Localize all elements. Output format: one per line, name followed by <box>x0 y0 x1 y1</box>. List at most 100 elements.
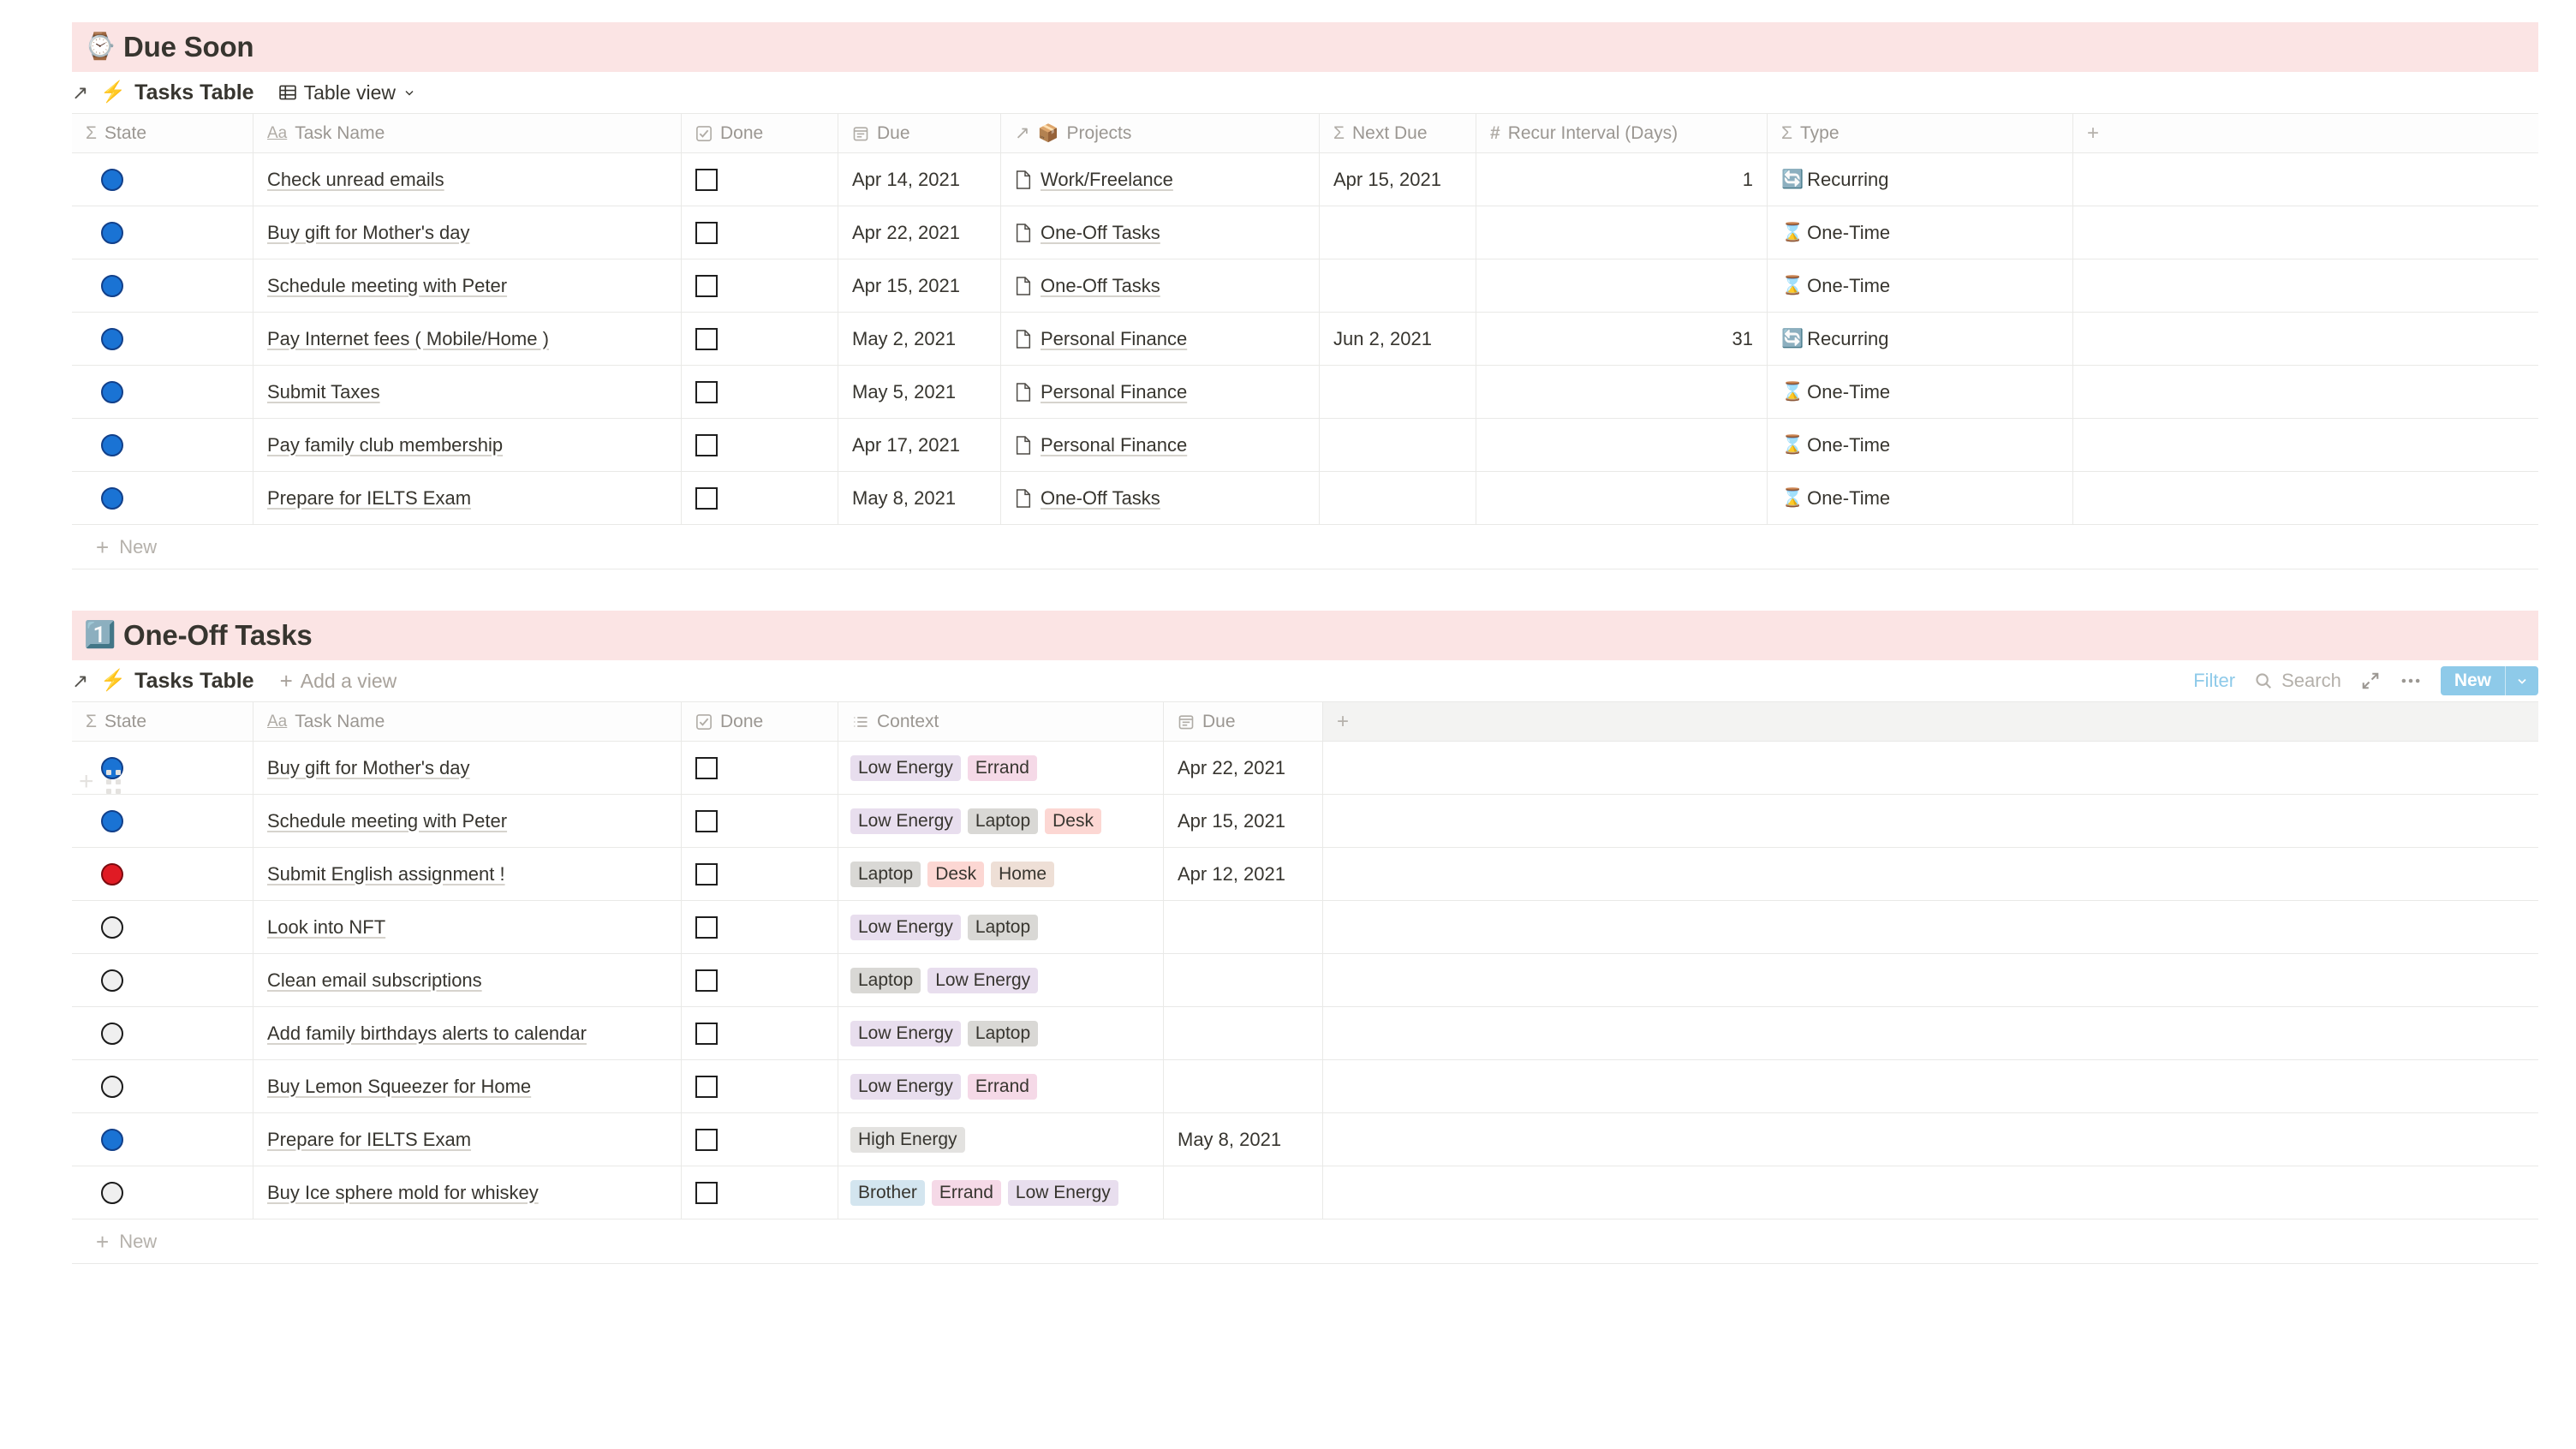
drag-handle-icon[interactable] <box>105 770 121 794</box>
due-date-cell[interactable] <box>1164 1007 1323 1059</box>
done-cell[interactable] <box>682 206 838 259</box>
state-cell[interactable] <box>72 206 253 259</box>
task-name-cell[interactable]: Schedule meeting with Peter <box>253 259 682 312</box>
state-cell[interactable] <box>72 153 253 206</box>
context-tag[interactable]: Laptop <box>967 1020 1039 1046</box>
state-cell[interactable] <box>72 1007 253 1059</box>
context-tag[interactable]: Laptop <box>967 914 1039 940</box>
done-cell[interactable] <box>682 153 838 206</box>
state-cell[interactable] <box>72 901 253 953</box>
done-cell[interactable] <box>682 419 838 471</box>
table-row[interactable]: Prepare for IELTS Exam May 8, 2021 One-Off… <box>72 472 2538 525</box>
due-date-cell[interactable]: May 8, 2021 <box>838 472 1001 524</box>
column-header-projects[interactable]: ↗ 📦 Projects <box>1001 114 1320 152</box>
search-button[interactable]: Search <box>2254 670 2341 692</box>
task-name-cell[interactable]: Submit English assignment ! <box>253 848 682 900</box>
project-cell[interactable]: Work/Freelance <box>1001 153 1320 206</box>
task-name-cell[interactable]: Check unread emails <box>253 153 682 206</box>
done-cell[interactable] <box>682 1007 838 1059</box>
task-name-cell[interactable]: Pay family club membership <box>253 419 682 471</box>
state-cell[interactable] <box>72 1060 253 1112</box>
context-tag[interactable]: Laptop <box>850 967 921 993</box>
done-checkbox[interactable] <box>695 274 718 297</box>
state-cell[interactable] <box>72 366 253 418</box>
add-a-view-button[interactable]: + Add a view <box>273 667 404 695</box>
task-name-cell[interactable]: Submit Taxes <box>253 366 682 418</box>
table-row[interactable]: Check unread emails Apr 14, 2021 Work/Free… <box>72 153 2538 206</box>
new-record-button[interactable]: New <box>2440 666 2538 695</box>
context-tag[interactable]: Home <box>991 861 1055 887</box>
column-header-type[interactable]: Σ Type <box>1768 114 2073 152</box>
context-tag[interactable]: Low Energy <box>850 914 961 940</box>
context-cell[interactable]: Low Energy Laptop <box>838 1007 1164 1059</box>
task-name-cell[interactable]: Buy Ice sphere mold for whiskey <box>253 1166 682 1219</box>
add-property-button[interactable]: + <box>2073 114 2538 152</box>
done-checkbox[interactable] <box>695 1181 718 1204</box>
done-cell[interactable] <box>682 848 838 900</box>
due-date-cell[interactable]: Apr 15, 2021 <box>838 259 1001 312</box>
done-checkbox[interactable] <box>695 221 718 244</box>
project-page-link[interactable]: Work/Freelance <box>1015 169 1173 191</box>
context-cell[interactable]: Laptop Low Energy <box>838 954 1164 1006</box>
project-page-link[interactable]: Personal Finance <box>1015 381 1187 403</box>
due-date-cell[interactable]: Apr 17, 2021 <box>838 419 1001 471</box>
table-row[interactable]: Buy gift for Mother's day Low Energy Erran… <box>72 742 2538 795</box>
context-cell[interactable]: Low Energy Errand <box>838 742 1164 794</box>
filter-button[interactable]: Filter <box>2193 670 2235 692</box>
task-name-cell[interactable]: Pay Internet fees ( Mobile/Home ) <box>253 313 682 365</box>
column-header-due[interactable]: Due <box>1164 702 1323 741</box>
chevron-down-icon[interactable] <box>2506 666 2538 695</box>
task-name-cell[interactable]: Buy gift for Mother's day <box>253 206 682 259</box>
done-checkbox[interactable] <box>695 1128 718 1151</box>
context-tag[interactable]: High Energy <box>850 1126 965 1153</box>
column-header-state[interactable]: Σ State <box>72 114 253 152</box>
state-cell[interactable] <box>72 1113 253 1166</box>
task-name-cell[interactable]: Schedule meeting with Peter <box>253 795 682 847</box>
done-checkbox[interactable] <box>695 168 718 191</box>
context-tag[interactable]: Errand <box>967 754 1037 781</box>
task-name-cell[interactable]: Buy Lemon Squeezer for Home <box>253 1060 682 1112</box>
expand-fullscreen-icon[interactable] <box>2360 671 2381 691</box>
view-selector-table-view[interactable]: Table view <box>273 79 421 107</box>
task-name-cell[interactable]: Look into NFT <box>253 901 682 953</box>
due-date-cell[interactable] <box>1164 1166 1323 1219</box>
state-cell[interactable] <box>72 1166 253 1219</box>
done-checkbox[interactable] <box>695 969 718 992</box>
table-row[interactable]: Schedule meeting with Peter Apr 15, 2021 O… <box>72 259 2538 313</box>
due-date-cell[interactable] <box>1164 901 1323 953</box>
context-tag[interactable]: Low Energy <box>1007 1179 1118 1206</box>
table-row[interactable]: Buy Lemon Squeezer for Home Low Energy Err… <box>72 1060 2538 1113</box>
project-cell[interactable]: One-Off Tasks <box>1001 259 1320 312</box>
table-row[interactable]: Buy Ice sphere mold for whiskey Brother Er… <box>72 1166 2538 1219</box>
project-page-link[interactable]: Personal Finance <box>1015 434 1187 456</box>
due-date-cell[interactable]: Apr 15, 2021 <box>1164 795 1323 847</box>
project-cell[interactable]: Personal Finance <box>1001 419 1320 471</box>
task-name-cell[interactable]: Clean email subscriptions <box>253 954 682 1006</box>
column-header-due[interactable]: Due <box>838 114 1001 152</box>
context-cell[interactable]: High Energy <box>838 1113 1164 1166</box>
done-checkbox[interactable] <box>695 862 718 886</box>
project-page-link[interactable]: One-Off Tasks <box>1015 487 1160 510</box>
state-cell[interactable] <box>72 472 253 524</box>
state-cell[interactable] <box>72 259 253 312</box>
new-row-button-due-soon[interactable]: + New <box>72 525 2538 569</box>
project-page-link[interactable]: Personal Finance <box>1015 328 1187 350</box>
context-tag[interactable]: Laptop <box>850 861 921 887</box>
done-cell[interactable] <box>682 1166 838 1219</box>
context-tag[interactable]: Low Energy <box>850 754 961 781</box>
project-page-link[interactable]: One-Off Tasks <box>1015 222 1160 244</box>
column-header-next-due[interactable]: Σ Next Due <box>1320 114 1476 152</box>
state-cell[interactable] <box>72 313 253 365</box>
task-name-cell[interactable]: Buy gift for Mother's day <box>253 742 682 794</box>
done-cell[interactable] <box>682 1060 838 1112</box>
done-checkbox[interactable] <box>695 756 718 779</box>
task-name-cell[interactable]: Prepare for IELTS Exam <box>253 472 682 524</box>
done-checkbox[interactable] <box>695 380 718 403</box>
done-cell[interactable] <box>682 366 838 418</box>
context-tag[interactable]: Brother <box>850 1179 925 1206</box>
context-tag[interactable]: Desk <box>927 861 985 887</box>
done-cell[interactable] <box>682 472 838 524</box>
add-property-button[interactable]: + <box>1323 702 2538 741</box>
state-cell[interactable] <box>72 848 253 900</box>
table-row[interactable]: Submit Taxes May 5, 2021 Personal Finance ⌛… <box>72 366 2538 419</box>
